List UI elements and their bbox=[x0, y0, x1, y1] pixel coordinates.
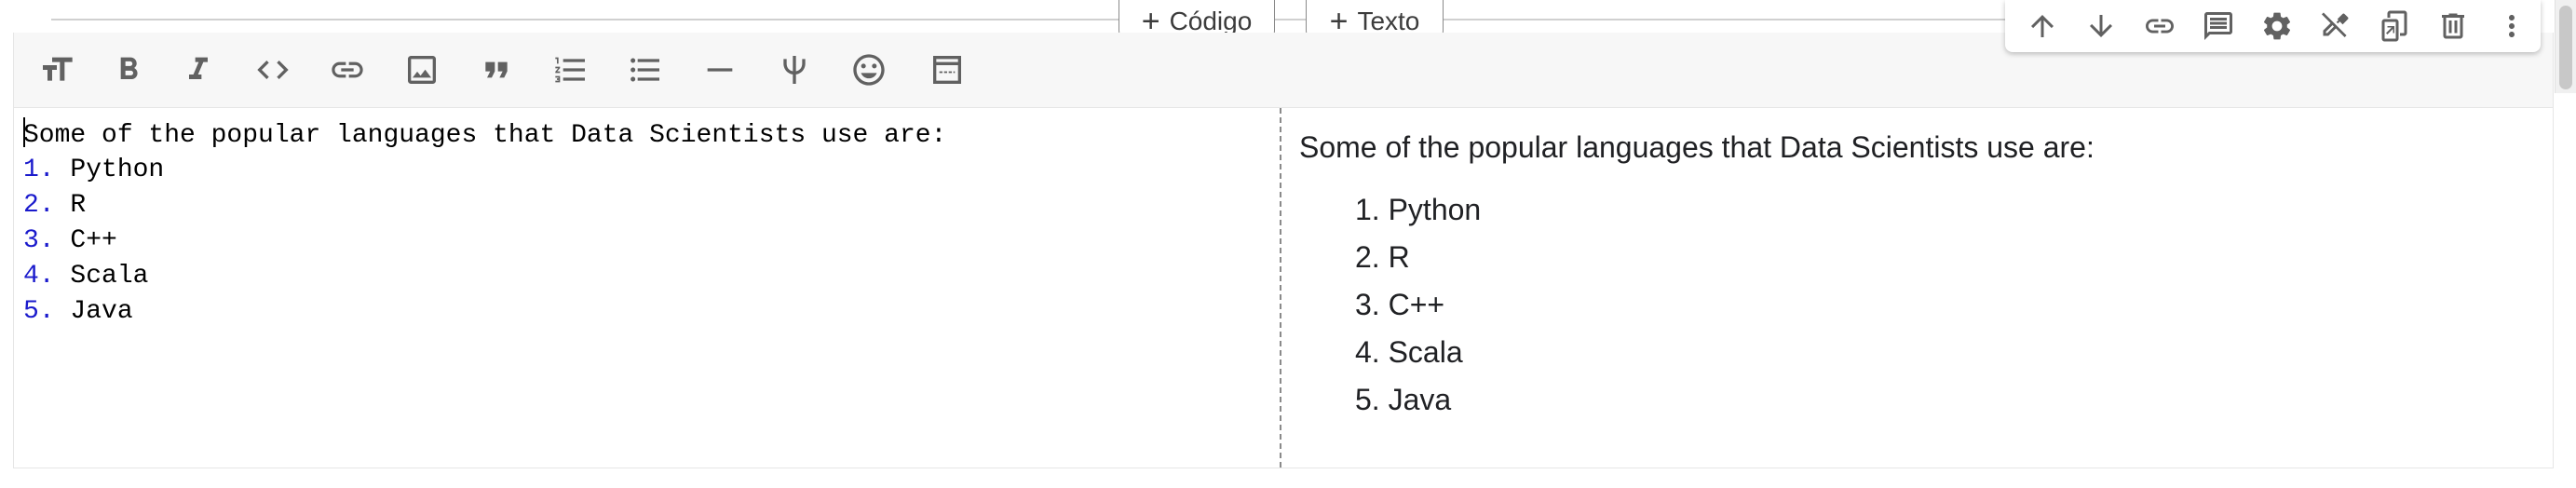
text-cell: Some of the popular languages that Data … bbox=[13, 33, 2554, 468]
numbered-list-icon[interactable] bbox=[549, 47, 593, 92]
emoji-icon[interactable] bbox=[847, 47, 891, 92]
quote-icon[interactable] bbox=[474, 47, 519, 92]
settings-icon[interactable] bbox=[2247, 0, 2306, 52]
editor-line: Some of the popular languages that Data … bbox=[23, 117, 1280, 153]
markdown-editor[interactable]: Some of the popular languages that Data … bbox=[14, 108, 1281, 468]
editor-list-number: 1. bbox=[23, 156, 55, 184]
editor-line: 1. Python bbox=[23, 153, 1280, 188]
preview-list-item: 1. Python bbox=[1355, 193, 1482, 226]
editor-paragraph-text: Some of the popular languages that Data … bbox=[23, 121, 947, 150]
move-down-icon[interactable] bbox=[2071, 0, 2130, 52]
link-icon[interactable] bbox=[2130, 0, 2189, 52]
bold-icon[interactable] bbox=[106, 47, 151, 92]
comment-icon[interactable] bbox=[2189, 0, 2247, 52]
cell-actions-toolbar bbox=[2005, 0, 2541, 52]
latex-psi-icon[interactable] bbox=[772, 47, 817, 92]
image-icon[interactable] bbox=[400, 47, 444, 92]
edit-off-icon[interactable] bbox=[2306, 0, 2365, 52]
editor-line: 5. Java bbox=[23, 294, 1280, 330]
insert-snippet-icon[interactable] bbox=[925, 47, 969, 92]
preview-list-item: 2. R bbox=[1355, 240, 1410, 274]
editor-line: 2. R bbox=[23, 188, 1280, 224]
scrollbar[interactable] bbox=[2555, 0, 2576, 93]
editor-list-number: 5. bbox=[23, 297, 55, 326]
preview-list-item: 4. Scala bbox=[1355, 335, 1463, 369]
markdown-preview: Some of the popular languages that Data … bbox=[1299, 108, 2553, 488]
editor-list-number: 3. bbox=[23, 226, 55, 255]
preview-list-item: 3. C++ bbox=[1355, 288, 1445, 321]
scrollbar-thumb[interactable] bbox=[2559, 6, 2572, 89]
horizontal-rule-icon[interactable] bbox=[698, 47, 742, 92]
delete-icon[interactable] bbox=[2423, 0, 2482, 52]
editor-list-text: Python bbox=[54, 156, 165, 184]
preview-list: 1. Python 2. R 3. C++ 4. Scala 5. Java bbox=[1299, 186, 2553, 424]
editor-list-number: 2. bbox=[23, 191, 55, 220]
editor-line: 3. C++ bbox=[23, 224, 1280, 259]
editor-line: 4. Scala bbox=[23, 259, 1280, 294]
code-icon[interactable] bbox=[251, 47, 295, 92]
preview-paragraph: Some of the popular languages that Data … bbox=[1299, 130, 2095, 164]
more-icon[interactable] bbox=[2482, 0, 2541, 52]
italic-icon[interactable] bbox=[176, 47, 221, 92]
editor-list-text: R bbox=[54, 191, 87, 220]
mirror-cell-icon[interactable] bbox=[2365, 0, 2423, 52]
text-size-icon[interactable] bbox=[34, 47, 79, 92]
editor-list-text: C++ bbox=[54, 226, 117, 255]
preview-list-item: 5. Java bbox=[1355, 383, 1452, 416]
move-up-icon[interactable] bbox=[2013, 0, 2071, 52]
link-icon[interactable] bbox=[325, 47, 370, 92]
editor-list-number: 4. bbox=[23, 262, 55, 291]
editor-list-text: Scala bbox=[54, 262, 149, 291]
bulleted-list-icon[interactable] bbox=[623, 47, 668, 92]
editor-list-text: Java bbox=[54, 297, 133, 326]
